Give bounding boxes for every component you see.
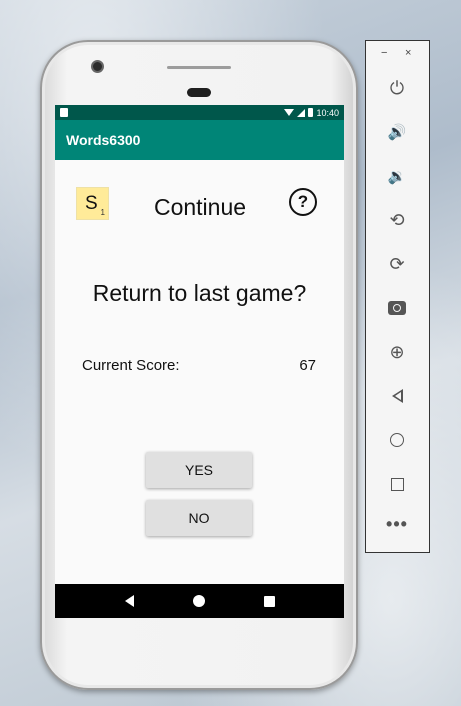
status-time: 10:40	[316, 107, 339, 118]
navigation-bar	[55, 584, 344, 618]
overview-icon[interactable]	[383, 470, 411, 498]
emulator-window-controls: − ×	[366, 41, 429, 69]
status-bar: 10:40	[55, 105, 344, 120]
nav-recents-icon[interactable]	[263, 595, 275, 607]
page-title: Continue	[153, 194, 247, 220]
back-icon[interactable]	[383, 382, 411, 410]
camera-icon[interactable]	[383, 294, 411, 322]
power-icon[interactable]: ⏻	[383, 74, 411, 102]
nav-home-icon[interactable]	[192, 595, 205, 607]
phone-screen: 10:40 Words6300 S 1 Continue ? Return to…	[55, 105, 344, 618]
help-icon[interactable]: ?	[289, 188, 317, 216]
return-question: Return to last game?	[92, 280, 307, 306]
battery-icon	[308, 108, 314, 117]
close-button[interactable]: ×	[405, 47, 411, 59]
score-label: Current Score:	[82, 357, 180, 374]
score-value: 67	[299, 357, 316, 374]
nav-back-icon[interactable]	[124, 595, 134, 607]
app-title: Words6300	[66, 132, 141, 148]
front-camera	[91, 60, 104, 73]
yes-button[interactable]: YES	[146, 452, 252, 488]
zoom-icon[interactable]: ⊕	[383, 338, 411, 366]
app-bar: Words6300	[55, 120, 344, 160]
signal-icon	[297, 108, 306, 117]
speaker-grille	[167, 66, 231, 69]
more-icon[interactable]: •••	[383, 514, 411, 542]
letter-tile: S 1	[76, 187, 109, 220]
minimize-button[interactable]: −	[381, 47, 387, 59]
wifi-icon	[284, 109, 295, 116]
volume-up-icon[interactable]: 🔊	[383, 118, 411, 146]
main-content: S 1 Continue ? Return to last game? Curr…	[55, 160, 344, 584]
help-icon-glyph: ?	[297, 192, 309, 211]
volume-down-icon[interactable]: 🔉	[383, 162, 411, 190]
rotate-left-icon[interactable]: ⟲	[383, 206, 411, 234]
tile-letter: S	[85, 193, 98, 214]
emulator-toolbar: − × ⏻ 🔊 🔉 ⟲ ⟳ ⊕ •••	[365, 40, 430, 553]
no-button[interactable]: NO	[146, 500, 252, 536]
home-icon[interactable]	[383, 426, 411, 454]
tile-points: 1	[100, 208, 105, 217]
rotate-right-icon[interactable]: ⟳	[383, 250, 411, 278]
earpiece	[187, 88, 211, 97]
sd-card-icon	[60, 108, 68, 117]
